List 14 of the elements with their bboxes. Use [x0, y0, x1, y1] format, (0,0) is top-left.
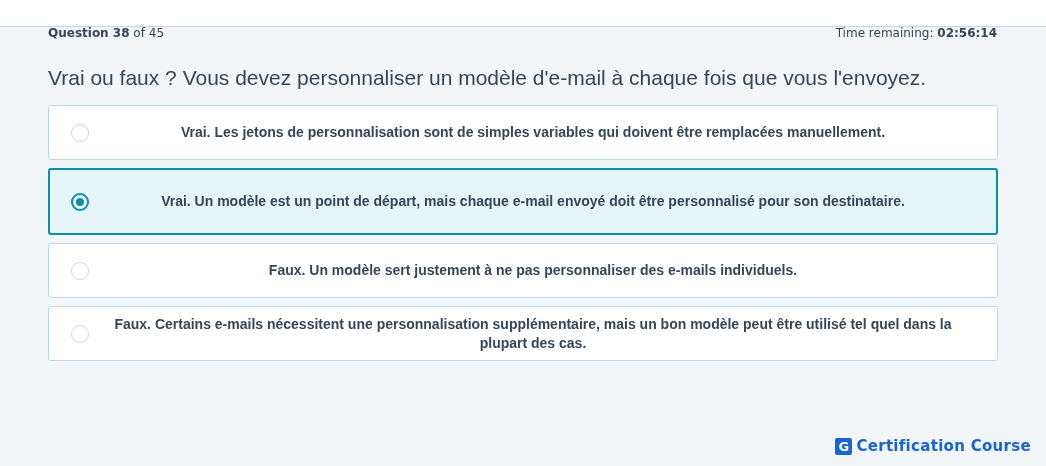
time-remaining: Time remaining: 02:56:14 — [835, 27, 997, 41]
answer-option[interactable]: Vrai. Un modèle est un point de départ, mais chaque e-mail envoyé doit être personnalisé pour son destinataire. — [48, 168, 998, 235]
answer-text: Faux. Certains e-mails nécessitent une personnalisation supplémentaire, mais un bon modèle peut être utilisé tel quel dans la plupart des cas. — [113, 314, 953, 353]
question-counter: Question 38 of 45 — [48, 27, 164, 41]
question-text: Vrai ou faux ? Vous devez personnaliser un modèle d'e-mail à chaque fois que vous l'envoyez. — [48, 65, 928, 91]
brand-name: Certification Course — [856, 437, 1031, 455]
answer-text: Vrai. Les jetons de personnalisation sont de simples variables qui doivent être remplacées manuellement. — [179, 123, 887, 142]
answer-text: Faux. Un modèle sert justement à ne pas personnaliser des e-mails individuels. — [267, 261, 799, 280]
answer-option[interactable]: Faux. Certains e-mails nécessitent une personnalisation supplémentaire, mais un bon modèle peut être utilisé tel quel dans la plupart des cas. — [48, 306, 998, 361]
answer-text: Vrai. Un modèle est un point de départ, mais chaque e-mail envoyé doit être personnalisé pour son destinataire. — [160, 192, 906, 211]
answer-option[interactable]: Vrai. Les jetons de personnalisation sont de simples variables qui doivent être remplacées manuellement. — [48, 105, 998, 160]
answer-option[interactable]: Faux. Un modèle sert justement à ne pas personnaliser des e-mails individuels. — [48, 243, 998, 298]
brand-logo: G — [835, 437, 853, 455]
radio-button[interactable] — [71, 192, 89, 211]
